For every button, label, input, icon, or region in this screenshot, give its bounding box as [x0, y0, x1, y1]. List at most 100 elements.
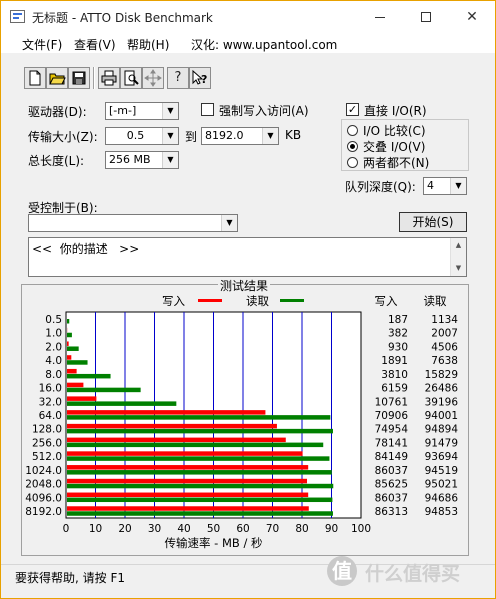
overlapped-io-radio[interactable]: [347, 141, 358, 152]
category-label: 512.0: [32, 451, 62, 463]
transfer-to-select[interactable]: 8192.0 ▼: [201, 127, 279, 145]
description-scrollbar[interactable]: ▲ ▼: [450, 238, 466, 276]
drive-select[interactable]: [-m-] ▼: [105, 102, 179, 120]
read-bar: [67, 483, 334, 489]
maximize-button[interactable]: [403, 1, 449, 33]
minimize-icon: [375, 16, 385, 18]
read-value: 15829: [425, 369, 458, 381]
direct-io-checkbox[interactable]: ✓: [346, 103, 359, 116]
x-tick-label: 50: [207, 523, 220, 535]
read-bar: [67, 332, 72, 338]
category-label: 0.5: [45, 314, 62, 326]
read-bar: [67, 373, 111, 379]
category-label: 16.0: [39, 383, 62, 395]
write-value: 74954: [375, 424, 409, 436]
transfer-from-select[interactable]: 0.5 ▼: [105, 127, 179, 145]
category-label: 2048.0: [25, 479, 62, 491]
read-value: 2007: [431, 328, 458, 340]
drive-label: 驱动器(D):: [28, 105, 87, 119]
write-bar: [67, 465, 309, 470]
force-write-checkbox[interactable]: [201, 103, 214, 116]
read-value: 94001: [425, 410, 458, 422]
toolbar-separator: [93, 67, 95, 89]
read-bar: [67, 360, 88, 365]
start-button[interactable]: 开始(S): [399, 212, 467, 232]
read-bar: [67, 387, 141, 393]
chevron-down-icon[interactable]: ▼: [262, 128, 278, 144]
close-icon: ✕: [466, 9, 478, 25]
total-length-select[interactable]: 256 MB ▼: [105, 151, 179, 169]
chevron-down-icon[interactable]: ▼: [162, 103, 178, 119]
transfer-size-label: 传输大小(Z):: [28, 130, 98, 144]
help-icon[interactable]: ?: [167, 67, 189, 89]
x-tick-label: 60: [236, 523, 249, 535]
direct-io-label: 直接 I/O(R): [364, 104, 427, 118]
category-label: 8.0: [45, 369, 62, 381]
toolbar: ? ?: [1, 63, 495, 91]
read-bar: [67, 319, 70, 324]
write-value: 85625: [375, 479, 408, 491]
read-bar: [67, 470, 332, 475]
write-value: 86313: [375, 506, 408, 518]
x-tick-label: 40: [177, 523, 190, 535]
close-button[interactable]: ✕: [449, 1, 495, 33]
minimize-button[interactable]: [357, 1, 403, 33]
read-value: 4506: [431, 341, 458, 353]
queue-depth-label: 队列深度(Q):: [345, 180, 416, 194]
move-icon[interactable]: [142, 67, 164, 89]
menu-file[interactable]: 文件(F): [22, 36, 62, 53]
queue-depth-select[interactable]: 4 ▼: [423, 177, 467, 195]
x-tick-label: 70: [266, 523, 279, 535]
print-preview-icon[interactable]: [120, 67, 142, 89]
write-bar: [67, 382, 84, 388]
write-value: 382: [388, 328, 408, 340]
read-bar: [67, 346, 79, 351]
read-value: 93694: [425, 451, 459, 463]
print-icon[interactable]: [98, 67, 120, 89]
write-bar: [67, 437, 286, 443]
read-bar: [67, 456, 330, 461]
chevron-down-icon[interactable]: ▼: [450, 178, 466, 194]
description-textarea[interactable]: << 你的描述 >> ▲ ▼: [28, 237, 467, 277]
results-chart: 写入 读取 写入 读取 0 10 20 30 40 50 60 70 80 90 100 传输速率 - MB …: [25, 294, 459, 550]
read-value: 94686: [425, 492, 459, 504]
transfer-to-value: 8192.0: [205, 129, 244, 142]
category-label: 4096.0: [25, 492, 62, 504]
category-label: 256.0: [32, 437, 62, 449]
menu-help[interactable]: 帮助(H): [127, 36, 169, 53]
write-bar: [67, 341, 69, 346]
read-value: 94519: [425, 465, 458, 477]
menu-localized-by[interactable]: 汉化: www.upantool.com: [191, 36, 337, 53]
chevron-down-icon[interactable]: ▼: [162, 128, 178, 144]
write-bar: [67, 368, 77, 374]
title-bar[interactable]: 无标题 - ATTO Disk Benchmark ✕: [1, 1, 495, 33]
read-value: 94894: [425, 424, 459, 436]
x-tick-label: 100: [351, 523, 371, 535]
context-help-icon[interactable]: ?: [189, 67, 211, 89]
neither-radio[interactable]: [347, 157, 358, 168]
read-bar: [67, 401, 177, 406]
write-bar: [67, 478, 308, 484]
watermark-text: 什么值得买: [365, 563, 461, 585]
category-label: 64.0: [39, 410, 62, 422]
description-text: << 你的描述 >>: [32, 242, 140, 256]
controlled-by-select[interactable]: ▼: [28, 214, 238, 232]
chevron-down-icon[interactable]: ▼: [221, 215, 237, 231]
io-compare-radio[interactable]: [347, 125, 358, 136]
scroll-up-icon[interactable]: ▲: [451, 238, 466, 253]
save-icon[interactable]: [68, 67, 90, 89]
drive-value: [-m-]: [109, 104, 137, 117]
write-bar: [67, 506, 309, 511]
write-value: 187: [388, 314, 408, 326]
app-window: 无标题 - ATTO Disk Benchmark ✕ 文件(F) 查看(V) …: [0, 0, 496, 599]
write-value: 930: [388, 341, 408, 353]
new-file-icon[interactable]: [24, 67, 46, 89]
open-folder-icon[interactable]: [46, 67, 68, 89]
maximize-icon: [421, 12, 431, 22]
read-bar: [67, 497, 333, 503]
read-bar: [67, 511, 333, 516]
total-length-value: 256 MB: [109, 153, 151, 166]
scroll-down-icon[interactable]: ▼: [451, 261, 466, 276]
menu-view[interactable]: 查看(V): [74, 36, 116, 53]
chevron-down-icon[interactable]: ▼: [162, 152, 178, 168]
